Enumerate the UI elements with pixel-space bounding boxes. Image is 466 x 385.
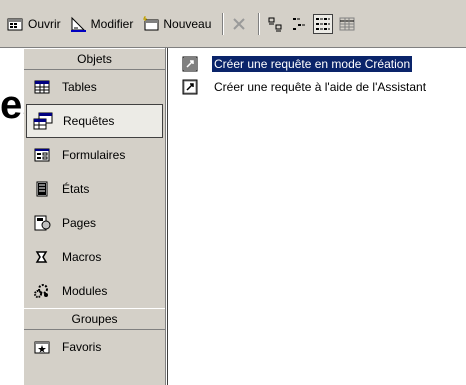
sidebar-item-forms[interactable]: Formulaires (24, 138, 165, 172)
sidebar-item-reports[interactable]: États (24, 172, 165, 206)
query-shortcut-icon (182, 56, 198, 71)
new-icon (143, 15, 159, 30)
open-button[interactable]: Ouvrir (4, 13, 64, 35)
table-icon (30, 75, 54, 99)
toolbar: Ouvrir Modifier Nouveau (0, 0, 466, 48)
list-view-button[interactable] (313, 13, 334, 34)
objects-bar: Objets Tables Requêtes Formulaires États… (24, 48, 166, 385)
query-shortcut-icon (182, 79, 198, 94)
list-item-create-wizard[interactable]: Créer une requête à l'aide de l'Assistan… (168, 75, 466, 98)
sidebar-item-label: Formulaires (62, 148, 126, 162)
sidebar-item-label: Tables (62, 80, 97, 94)
large-icons-icon (268, 17, 282, 31)
object-list: Créer une requête en mode Création Créer… (167, 48, 466, 385)
open-label: Ouvrir (28, 16, 61, 31)
sidebar-item-modules[interactable]: Modules (24, 274, 165, 308)
design-ruler-icon (70, 16, 86, 32)
sidebar-item-label: Favoris (62, 340, 102, 354)
groups-header[interactable]: Groupes (24, 308, 165, 330)
list-view-icon (316, 17, 331, 30)
sidebar-item-favorites[interactable]: Favoris (24, 330, 165, 364)
list-item-label: Créer une requête à l'aide de l'Assistan… (214, 79, 427, 94)
sidebar-item-label: Pages (62, 216, 97, 230)
sidebar-item-label: États (62, 182, 90, 196)
details-view-button[interactable] (337, 14, 357, 34)
large-icons-view-button[interactable] (265, 14, 285, 34)
sidebar-item-queries[interactable]: Requêtes (26, 104, 163, 138)
sidebar-item-label: Macros (62, 250, 102, 264)
small-icons-icon (293, 17, 306, 30)
delete-button[interactable] (229, 14, 249, 34)
toolbar-separator (222, 12, 225, 35)
module-icon (30, 279, 54, 303)
list-item-create-design[interactable]: Créer une requête en mode Création (168, 52, 466, 75)
delete-icon (233, 17, 246, 30)
sidebar-item-macros[interactable]: Macros (24, 240, 165, 274)
macro-icon (30, 245, 54, 269)
modify-button[interactable]: Modifier (67, 13, 137, 35)
details-view-icon (339, 17, 355, 30)
list-item-label: Créer une requête en mode Création (212, 55, 413, 72)
objects-header[interactable]: Objets (24, 48, 165, 70)
report-icon (30, 177, 54, 201)
toolbar-separator (258, 12, 261, 35)
new-button[interactable]: Nouveau (139, 13, 214, 35)
sidebar-item-tables[interactable]: Tables (24, 70, 165, 104)
small-icons-view-button[interactable] (289, 14, 309, 34)
query-icon (31, 109, 55, 133)
favorites-icon (30, 335, 54, 359)
modify-label: Modifier (90, 16, 134, 31)
new-label: Nouveau (163, 16, 212, 31)
open-icon (7, 18, 23, 30)
sidebar-item-pages[interactable]: Pages (24, 206, 165, 240)
page-icon (30, 211, 54, 235)
sidebar-item-label: Modules (62, 284, 108, 298)
form-icon (30, 143, 54, 167)
sidebar-item-label: Requêtes (63, 114, 115, 128)
